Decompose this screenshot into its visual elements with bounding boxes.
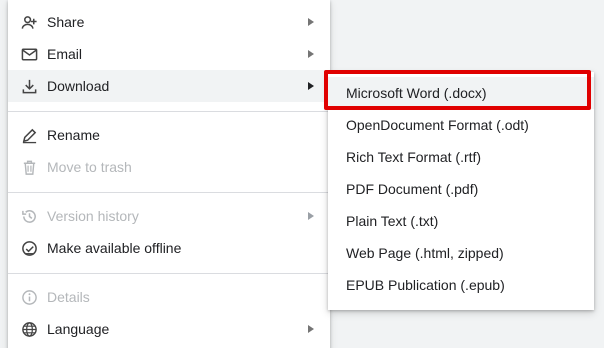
menu-item-language[interactable]: Language — [8, 313, 330, 345]
menu-divider — [8, 273, 330, 274]
menu-stage: Share Email Download Rename Move to tras… — [0, 0, 604, 348]
submenu-item-label: OpenDocument Format (.odt) — [346, 117, 529, 133]
download-icon — [21, 78, 38, 95]
menu-item-label: Details — [47, 289, 90, 305]
menu-item-details[interactable]: Details — [8, 281, 330, 313]
submenu-item-label: Web Page (.html, zipped) — [346, 245, 504, 261]
submenu-item-epub[interactable]: EPUB Publication (.epub) — [328, 269, 594, 301]
menu-divider — [8, 192, 330, 193]
submenu-item-label: EPUB Publication (.epub) — [346, 277, 505, 293]
submenu-item-html-zipped[interactable]: Web Page (.html, zipped) — [328, 237, 594, 269]
submenu-arrow-icon — [308, 212, 314, 220]
menu-item-version-history[interactable]: Version history — [8, 200, 330, 232]
menu-item-label: Move to trash — [47, 159, 132, 175]
menu-item-email[interactable]: Email — [8, 38, 330, 70]
offline-check-icon — [21, 240, 38, 257]
submenu-arrow-icon — [308, 325, 314, 333]
menu-item-make-available-offline[interactable]: Make available offline — [8, 232, 330, 264]
submenu-item-odt[interactable]: OpenDocument Format (.odt) — [328, 109, 594, 141]
submenu-arrow-icon — [308, 18, 314, 26]
submenu-item-docx[interactable]: Microsoft Word (.docx) — [328, 77, 594, 109]
menu-item-label: Rename — [47, 127, 100, 143]
submenu-arrow-icon — [308, 82, 314, 90]
menu-item-label: Download — [47, 78, 110, 94]
menu-item-label: Share — [47, 14, 85, 30]
submenu-item-label: Rich Text Format (.rtf) — [346, 149, 482, 165]
submenu-item-label: Microsoft Word (.docx) — [346, 85, 487, 101]
menu-divider — [8, 111, 330, 112]
share-person-add-icon — [21, 14, 38, 31]
menu-item-move-to-trash[interactable]: Move to trash — [8, 151, 330, 183]
menu-item-share[interactable]: Share — [8, 6, 330, 38]
menu-item-download[interactable]: Download — [8, 70, 330, 102]
file-menu: Share Email Download Rename Move to tras… — [8, 0, 330, 348]
globe-icon — [21, 321, 38, 338]
menu-item-label: Email — [47, 46, 83, 62]
info-icon — [21, 289, 38, 306]
menu-item-label: Language — [47, 321, 110, 337]
trash-icon — [21, 159, 38, 176]
menu-item-rename[interactable]: Rename — [8, 119, 330, 151]
menu-item-label: Version history — [47, 208, 139, 224]
submenu-item-label: Plain Text (.txt) — [346, 213, 439, 229]
rename-pen-icon — [21, 127, 38, 144]
submenu-item-label: PDF Document (.pdf) — [346, 181, 479, 197]
submenu-item-rtf[interactable]: Rich Text Format (.rtf) — [328, 141, 594, 173]
submenu-item-txt[interactable]: Plain Text (.txt) — [328, 205, 594, 237]
download-submenu: Microsoft Word (.docx) OpenDocument Form… — [328, 72, 594, 310]
email-icon — [21, 46, 38, 63]
menu-item-label: Make available offline — [47, 240, 182, 256]
history-icon — [21, 208, 38, 225]
submenu-item-pdf[interactable]: PDF Document (.pdf) — [328, 173, 594, 205]
submenu-arrow-icon — [308, 50, 314, 58]
